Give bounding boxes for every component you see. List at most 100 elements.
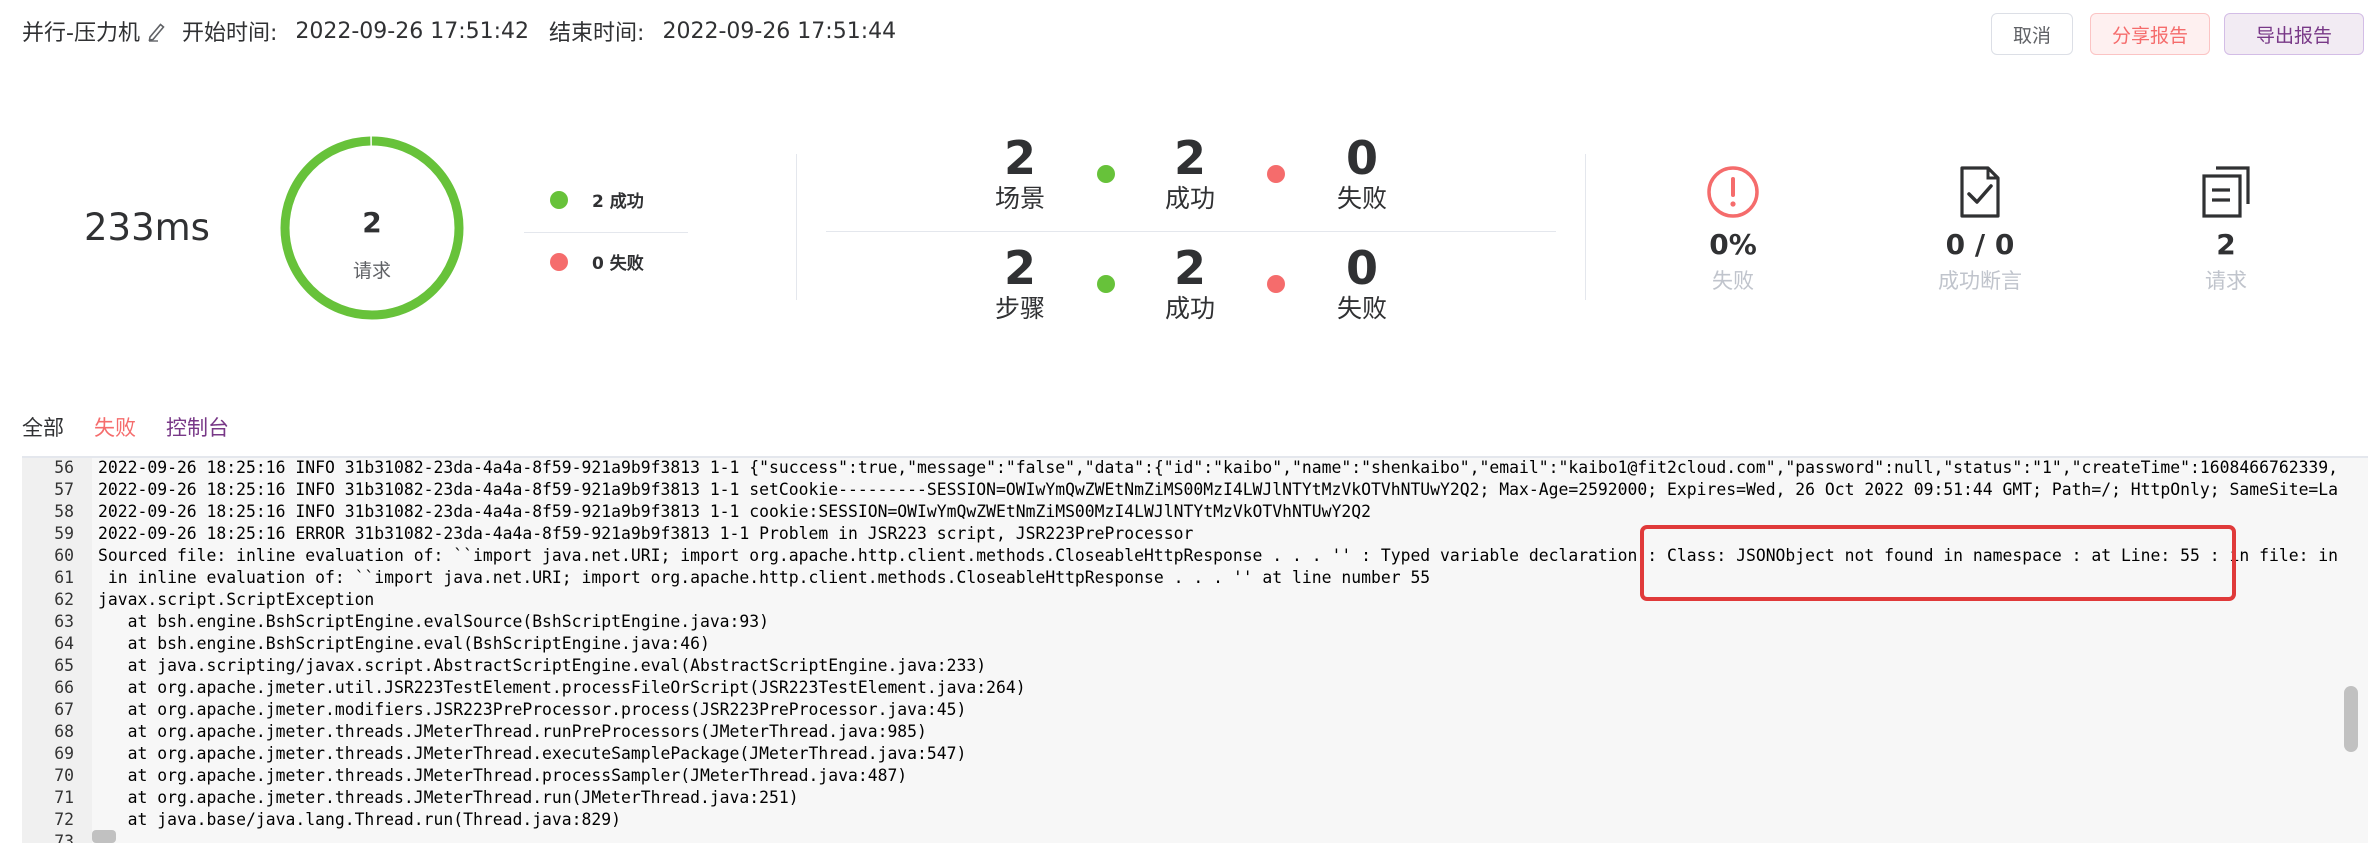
- line-text: at org.apache.jmeter.util.JSR223TestElem…: [98, 677, 1026, 697]
- scenario-fail-value: 0: [1345, 131, 1378, 185]
- error-circle-icon: [1707, 166, 1759, 218]
- line-text: at org.apache.jmeter.modifiers.JSR223Pre…: [98, 699, 967, 719]
- cancel-button[interactable]: 取消: [1991, 13, 2073, 55]
- share-report-button[interactable]: 分享报告: [2090, 13, 2210, 55]
- line-text: at java.base/java.lang.Thread.run(Thread…: [98, 809, 622, 829]
- console-line: 64 at bsh.engine.BshScriptEngine.eval(Bs…: [22, 632, 710, 654]
- step-success: 2 成功: [1130, 242, 1250, 324]
- fail-dot-icon: [1267, 165, 1285, 183]
- start-time-label: 开始时间:: [181, 21, 278, 46]
- line-text: 2022-09-26 18:25:16 INFO 31b31082-23da-4…: [98, 501, 1371, 521]
- scenario-success-label: 成功: [1164, 184, 1215, 213]
- tab-all[interactable]: 全部: [22, 412, 64, 458]
- line-number: 64: [54, 633, 74, 653]
- legend-divider: [524, 232, 688, 233]
- step-fail: 0 失败: [1302, 242, 1422, 324]
- line-text: 2022-09-26 18:25:16 ERROR 31b31082-23da-…: [98, 523, 1194, 543]
- console-log-panel[interactable]: 56 2022-09-26 18:25:16 INFO 31b31082-23da…: [22, 458, 2368, 843]
- console-line: 72 at java.base/java.lang.Thread.run(Thr…: [22, 808, 621, 830]
- console-line: 67 at org.apache.jmeter.modifiers.JSR223…: [22, 698, 966, 720]
- line-number: 60: [54, 545, 74, 565]
- console-line: 56 2022-09-26 18:25:16 INFO 31b31082-23da…: [22, 458, 2338, 478]
- ring-label: 请求: [352, 260, 391, 282]
- scenario-success: 2 成功: [1130, 132, 1250, 214]
- error-highlight-box: [1640, 525, 2236, 601]
- console-line: 61 in inline evaluation of: ``import jav…: [22, 566, 1430, 588]
- assertion-stat: 0 / 0 成功断言: [1900, 164, 2060, 295]
- line-number: 62: [54, 589, 74, 609]
- tab-console[interactable]: 控制台: [166, 412, 229, 460]
- console-line: 73: [22, 830, 74, 843]
- scenario-fail-label: 失败: [1336, 184, 1387, 213]
- console-line: 60 Sourced file: inline evaluation of: ``…: [22, 544, 2338, 566]
- stat-divider: [826, 231, 1556, 232]
- fail-rate-value: 0%: [1709, 228, 1757, 261]
- report-tabs: 全部 失败 控制台: [22, 412, 229, 460]
- scenario-fail: 0 失败: [1302, 132, 1422, 214]
- scenario-total-value: 2: [1003, 131, 1036, 185]
- line-number: 61: [54, 567, 74, 587]
- step-success-value: 2: [1173, 241, 1206, 295]
- divider: [796, 154, 797, 300]
- fail-rate-label: 失败: [1712, 269, 1754, 293]
- line-text: in inline evaluation of: ``import java.n…: [98, 567, 1431, 587]
- line-text: 2022-09-26 18:25:16 INFO 31b31082-23da-4…: [98, 458, 2339, 477]
- console-line: 68 at org.apache.jmeter.threads.JMeterTh…: [22, 720, 927, 742]
- export-report-button[interactable]: 导出报告: [2224, 13, 2364, 55]
- success-dot-icon: [1097, 165, 1115, 183]
- step-total: 2 步骤: [960, 242, 1080, 324]
- scenario-success-value: 2: [1173, 131, 1206, 185]
- start-time-value: 2022-09-26 17:51:42: [295, 18, 530, 44]
- vertical-scrollbar[interactable]: [2344, 686, 2358, 752]
- fail-rate-stat: 0% 失败: [1653, 164, 1813, 295]
- line-number: 72: [54, 809, 74, 829]
- report-header: 并行-压力机 开始时间: 2022-09-26 17:51:42 结束时间: 2…: [22, 14, 916, 48]
- assertion-value: 0 / 0: [1945, 228, 2015, 261]
- report-title: 并行-压力机: [22, 21, 140, 46]
- line-text: at org.apache.jmeter.threads.JMeterThrea…: [98, 743, 967, 763]
- legend-fail: 0 失败: [550, 249, 644, 274]
- step-fail-label: 失败: [1336, 294, 1387, 323]
- report-summary: 233ms 2 请求 2 成功 0 失败 2 场景 2 成功 0 失败 2 步骤…: [0, 120, 2376, 350]
- line-text: at org.apache.jmeter.threads.JMeterThrea…: [98, 721, 927, 741]
- assertion-label: 成功断言: [1938, 269, 2022, 293]
- request-value: 2: [2216, 228, 2236, 261]
- console-line: 59 2022-09-26 18:25:16 ERROR 31b31082-23d…: [22, 522, 1193, 544]
- success-dot-icon: [1097, 275, 1115, 293]
- console-line: 70 at org.apache.jmeter.threads.JMeterTh…: [22, 764, 907, 786]
- legend-success-text: 2 成功: [592, 192, 644, 212]
- console-line: 69 at org.apache.jmeter.threads.JMeterTh…: [22, 742, 966, 764]
- line-text: at bsh.engine.BshScriptEngine.evalSource…: [98, 611, 770, 631]
- line-number: 69: [54, 743, 74, 763]
- fail-dot-icon: [550, 252, 568, 271]
- line-number: 56: [54, 458, 74, 477]
- line-number: 71: [54, 787, 74, 807]
- line-number: 63: [54, 611, 74, 631]
- end-time-value: 2022-09-26 17:51:44: [662, 18, 897, 44]
- line-number: 70: [54, 765, 74, 785]
- console-line: 62 javax.script.ScriptException: [22, 588, 374, 610]
- legend-success: 2 成功: [550, 187, 644, 212]
- request-label: 请求: [2205, 269, 2247, 293]
- line-text: at bsh.engine.BshScriptEngine.eval(BshSc…: [98, 633, 710, 653]
- console-line: 63 at bsh.engine.BshScriptEngine.evalSou…: [22, 610, 769, 632]
- console-line: 65 at java.scripting/javax.script.Abstra…: [22, 654, 986, 676]
- divider: [1585, 154, 1586, 300]
- line-text: 2022-09-26 18:25:16 INFO 31b31082-23da-4…: [98, 479, 2339, 499]
- line-text: at org.apache.jmeter.threads.JMeterThrea…: [98, 765, 908, 785]
- line-number: 65: [54, 655, 74, 675]
- line-number: 58: [54, 501, 74, 521]
- line-number: 67: [54, 699, 74, 719]
- assertion-doc-icon: [1960, 166, 2000, 218]
- console-line: 66 at org.apache.jmeter.util.JSR223TestE…: [22, 676, 1025, 698]
- tab-fail[interactable]: 失败: [94, 412, 136, 458]
- line-number: 59: [54, 523, 74, 543]
- console-line: 57 2022-09-26 18:25:16 INFO 31b31082-23da…: [22, 478, 2338, 500]
- pencil-icon[interactable]: [146, 20, 168, 42]
- step-success-label: 成功: [1164, 294, 1215, 323]
- line-number: 68: [54, 721, 74, 741]
- line-number: 66: [54, 677, 74, 697]
- horizontal-scrollbar[interactable]: [92, 830, 116, 843]
- line-text: at org.apache.jmeter.threads.JMeterThrea…: [98, 787, 799, 807]
- scenario-total: 2 场景: [960, 132, 1080, 214]
